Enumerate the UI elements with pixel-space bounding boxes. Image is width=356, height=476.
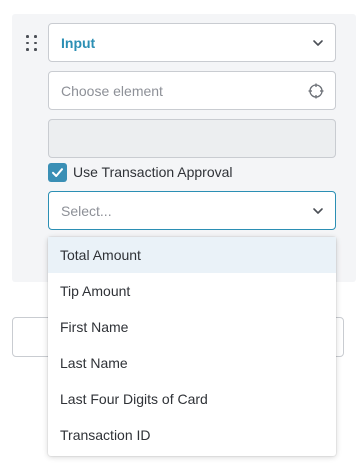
checkmark-icon — [52, 167, 63, 177]
type-select-value: Input — [61, 34, 96, 51]
transaction-approval-label: Use Transaction Approval — [73, 164, 233, 180]
type-select[interactable]: Input — [48, 23, 336, 62]
transaction-approval-checkbox[interactable] — [48, 162, 67, 182]
option-first-name[interactable]: First Name — [48, 309, 336, 345]
chevron-down-icon — [313, 208, 323, 214]
approval-select-placeholder: Select... — [61, 202, 112, 219]
element-input[interactable]: Choose element — [48, 71, 336, 110]
option-transaction-id[interactable]: Transaction ID — [48, 417, 336, 453]
option-total-amount[interactable]: Total Amount — [48, 237, 336, 273]
approval-field-select[interactable]: Select... — [48, 191, 336, 230]
option-last-name[interactable]: Last Name — [48, 345, 336, 381]
chevron-down-icon — [313, 40, 323, 46]
crosshair-icon[interactable] — [308, 83, 324, 99]
disabled-field — [48, 119, 336, 158]
drag-handle-icon[interactable] — [26, 35, 38, 52]
approval-dropdown-menu: Total Amount Tip Amount First Name Last … — [48, 237, 336, 456]
element-input-placeholder: Choose element — [61, 82, 163, 99]
transaction-approval-checkbox-row[interactable]: Use Transaction Approval — [48, 162, 233, 182]
option-last-four-digits[interactable]: Last Four Digits of Card — [48, 381, 336, 417]
option-tip-amount[interactable]: Tip Amount — [48, 273, 336, 309]
